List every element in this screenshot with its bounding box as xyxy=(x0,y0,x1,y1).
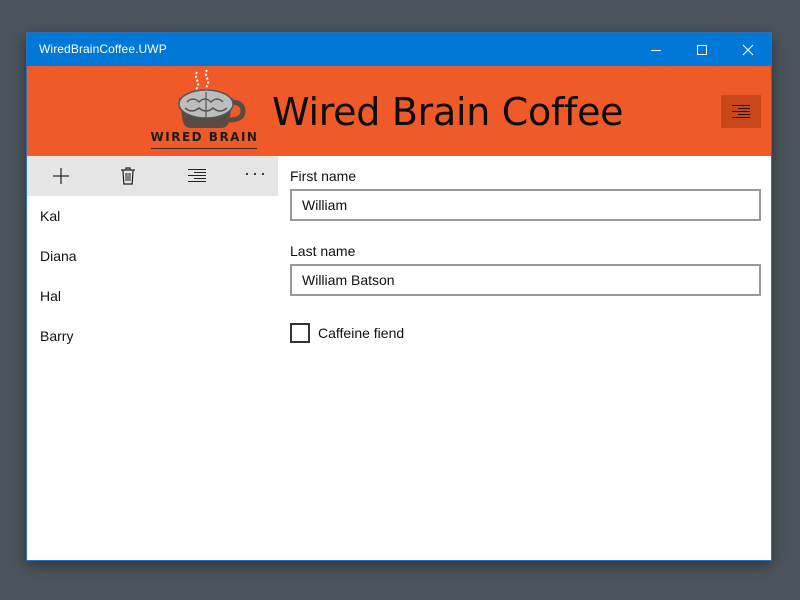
last-name-input[interactable] xyxy=(290,264,761,296)
customer-list[interactable]: Kal Diana Hal Barry xyxy=(27,196,278,356)
logo-text: WIRED BRAIN xyxy=(150,130,259,144)
app-header: WIRED BRAIN Wired Brain Coffee xyxy=(27,66,771,156)
close-button[interactable] xyxy=(725,33,771,66)
title-bar[interactable]: WiredBrainCoffee.UWP xyxy=(27,33,771,66)
caffeine-fiend-row[interactable]: Caffeine fiend xyxy=(290,322,404,344)
first-name-label: First name xyxy=(290,168,357,184)
list-item[interactable]: Hal xyxy=(27,276,278,316)
caffeine-fiend-checkbox[interactable] xyxy=(290,323,310,343)
window-title: WiredBrainCoffee.UWP xyxy=(39,42,167,56)
minimize-icon xyxy=(651,49,661,51)
customer-pane: ··· Kal Diana Hal Barry xyxy=(27,156,278,560)
delete-icon xyxy=(121,167,135,185)
delete-customer-button[interactable] xyxy=(104,156,152,196)
align-right-icon xyxy=(732,104,750,118)
maximize-icon xyxy=(697,44,707,55)
maximize-button[interactable] xyxy=(679,33,725,66)
command-bar: ··· xyxy=(27,156,278,196)
coffee-cup-icon xyxy=(178,69,246,128)
brand-logo: WIRED BRAIN xyxy=(147,68,262,154)
minimize-button[interactable] xyxy=(633,33,679,66)
app-title: Wired Brain Coffee xyxy=(272,90,624,134)
last-name-label: Last name xyxy=(290,243,356,259)
caffeine-fiend-label[interactable]: Caffeine fiend xyxy=(318,325,404,341)
list-item[interactable]: Diana xyxy=(27,236,278,276)
more-options-button[interactable]: ··· xyxy=(232,156,280,196)
first-name-input[interactable] xyxy=(290,189,761,221)
list-item[interactable]: Kal xyxy=(27,196,278,236)
add-customer-button[interactable] xyxy=(37,156,85,196)
list-item[interactable]: Barry xyxy=(27,316,278,356)
more-icon: ··· xyxy=(244,163,268,183)
align-right-icon xyxy=(188,169,206,182)
app-window: WiredBrainCoffee.UWP WIRED BRAIN Wired B… xyxy=(27,33,771,560)
move-pane-button[interactable] xyxy=(173,156,221,196)
add-icon xyxy=(53,168,69,184)
header-menu-button[interactable] xyxy=(721,95,761,128)
customer-detail: First name Last name Caffeine fiend xyxy=(278,156,771,560)
logo-divider xyxy=(151,148,257,149)
close-icon xyxy=(742,44,754,55)
